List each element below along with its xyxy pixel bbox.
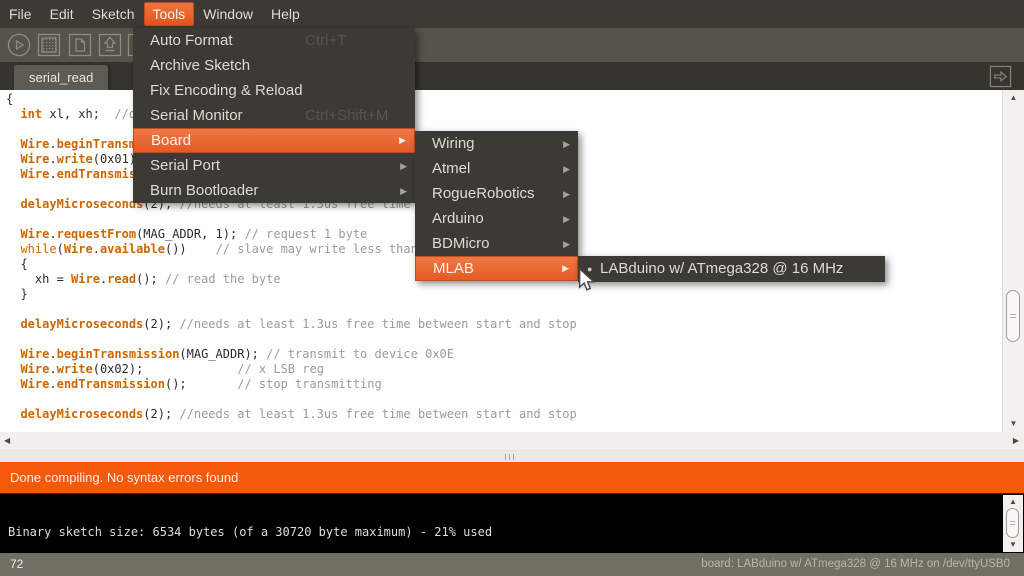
console-output: Binary sketch size: 6534 bytes (of a 307… <box>0 493 1024 553</box>
menu-item-bdmicro[interactable]: BDMicro ▶ <box>415 231 578 256</box>
menu-item-label: Fix Encoding & Reload <box>150 82 303 99</box>
stop-button-icon[interactable] <box>37 33 61 57</box>
submenu-arrow-icon: ▶ <box>563 182 570 207</box>
menu-shortcut: Ctrl+Shift+M <box>305 103 388 128</box>
submenu-arrow-icon: ▶ <box>400 154 407 179</box>
menu-item-label: Auto Format <box>150 32 233 49</box>
submenu-arrow-icon: ▶ <box>563 232 570 257</box>
tab-menu-button-icon[interactable] <box>989 65 1012 88</box>
code-line: } <box>6 287 1008 302</box>
menu-item-label: MLAB <box>433 260 474 277</box>
tools-menu: Auto Format Ctrl+T Archive Sketch Fix Encod… <box>133 28 415 203</box>
menu-item-label: Serial Port <box>150 157 220 174</box>
submenu-arrow-icon: ▶ <box>399 129 406 152</box>
console-message: Binary sketch size: 6534 bytes (of a 307… <box>8 525 492 539</box>
code-line: delayMicroseconds(2); //needs at least 1… <box>6 317 1008 332</box>
menu-item-arduino[interactable]: Arduino ▶ <box>415 206 578 231</box>
menu-item-label: Atmel <box>432 160 470 177</box>
tab-serial-read[interactable]: serial_read <box>14 65 108 90</box>
menu-item-serial-port[interactable]: Serial Port ▶ <box>133 153 415 178</box>
editor-horizontal-scrollbar[interactable]: ◀ ▶ <box>0 432 1024 450</box>
menu-item-label: Archive Sketch <box>150 57 250 74</box>
menu-help[interactable]: Help <box>262 2 309 26</box>
new-sketch-button-icon[interactable] <box>68 33 92 57</box>
submenu-arrow-icon: ▶ <box>563 157 570 182</box>
menu-item-labduino-w-atmega328-16-mhz[interactable]: ●LABduino w/ ATmega328 @ 16 MHz <box>578 256 885 282</box>
verify-button-icon[interactable] <box>7 33 31 57</box>
menu-item-mlab[interactable]: MLAB ▶ <box>415 256 578 281</box>
menu-item-board[interactable]: Board ▶ <box>133 128 415 153</box>
menu-item-label: Wiring <box>432 135 475 152</box>
submenu-arrow-icon: ▶ <box>563 132 570 157</box>
menu-item-label: Serial Monitor <box>150 107 243 124</box>
scroll-up-icon[interactable]: ▲ <box>1003 497 1023 507</box>
upload-button-icon[interactable] <box>98 33 122 57</box>
board-submenu: Wiring▶Atmel▶RogueRobotics▶Arduino▶BDMic… <box>415 131 578 281</box>
menu-item-label: RogueRobotics <box>432 185 535 202</box>
mlab-submenu: ●LABduino w/ ATmega328 @ 16 MHz <box>578 256 885 282</box>
menu-edit[interactable]: Edit <box>41 2 83 26</box>
scroll-right-icon[interactable]: ▶ <box>1013 436 1019 445</box>
menu-item-serial-monitor[interactable]: Serial Monitor Ctrl+Shift+M <box>133 103 415 128</box>
menu-item-roguerobotics[interactable]: RogueRobotics ▶ <box>415 181 578 206</box>
menu-item-fix-encoding-reload[interactable]: Fix Encoding & Reload <box>133 78 415 103</box>
code-line: Wire.write(0x02); // x LSB reg <box>6 362 1008 377</box>
menu-item-label: Board <box>151 132 191 149</box>
scroll-up-icon[interactable]: ▲ <box>1003 93 1024 103</box>
bottom-statusbar: 72 board: LABduino w/ ATmega328 @ 16 MHz… <box>0 553 1024 576</box>
scroll-down-icon[interactable]: ▼ <box>1003 419 1024 429</box>
menu-window[interactable]: Window <box>194 2 262 26</box>
board-port-indicator: board: LABduino w/ ATmega328 @ 16 MHz on… <box>701 553 1010 576</box>
menu-sketch[interactable]: Sketch <box>83 2 144 26</box>
line-number-indicator: 72 <box>10 553 23 576</box>
code-line <box>6 392 1008 407</box>
scroll-left-icon[interactable]: ◀ <box>4 436 10 445</box>
menu-item-label: Arduino <box>432 210 484 227</box>
scrollbar-thumb[interactable] <box>1006 508 1019 538</box>
menu-item-label: Burn Bootloader <box>150 182 258 199</box>
code-line <box>6 332 1008 347</box>
menu-item-wiring[interactable]: Wiring ▶ <box>415 131 578 156</box>
menu-file[interactable]: File <box>0 2 41 26</box>
code-line: Wire.endTransmission(); // stop transmit… <box>6 377 1008 392</box>
code-line: delayMicroseconds(2); //needs at least 1… <box>6 407 1008 422</box>
menu-item-label: LABduino w/ ATmega328 @ 16 MHz <box>600 260 843 277</box>
submenu-arrow-icon: ▶ <box>562 257 569 280</box>
menu-shortcut: Ctrl+T <box>305 28 346 53</box>
menu-item-auto-format[interactable]: Auto Format Ctrl+T <box>133 28 415 53</box>
submenu-arrow-icon: ▶ <box>400 179 407 204</box>
menu-item-archive-sketch[interactable]: Archive Sketch <box>133 53 415 78</box>
menubar: FileEditSketchToolsWindowHelp <box>0 0 1024 28</box>
mouse-cursor <box>578 268 596 293</box>
menu-tools[interactable]: Tools <box>144 2 195 26</box>
compile-status-bar: Done compiling. No syntax errors found <box>0 462 1024 493</box>
menu-item-burn-bootloader[interactable]: Burn Bootloader ▶ <box>133 178 415 203</box>
menu-item-atmel[interactable]: Atmel ▶ <box>415 156 578 181</box>
code-line: Wire.beginTransmission(MAG_ADDR); // tra… <box>6 347 1008 362</box>
code-line <box>6 302 1008 317</box>
submenu-arrow-icon: ▶ <box>563 207 570 232</box>
splitter-handle-icon[interactable] <box>505 454 517 460</box>
editor-vertical-scrollbar[interactable]: ▲ ▼ <box>1002 90 1024 432</box>
menu-item-label: BDMicro <box>432 235 490 252</box>
scrollbar-thumb[interactable] <box>1006 290 1020 342</box>
scroll-down-icon[interactable]: ▼ <box>1003 540 1023 550</box>
console-scrollbar[interactable]: ▲ ▼ <box>1003 495 1023 552</box>
